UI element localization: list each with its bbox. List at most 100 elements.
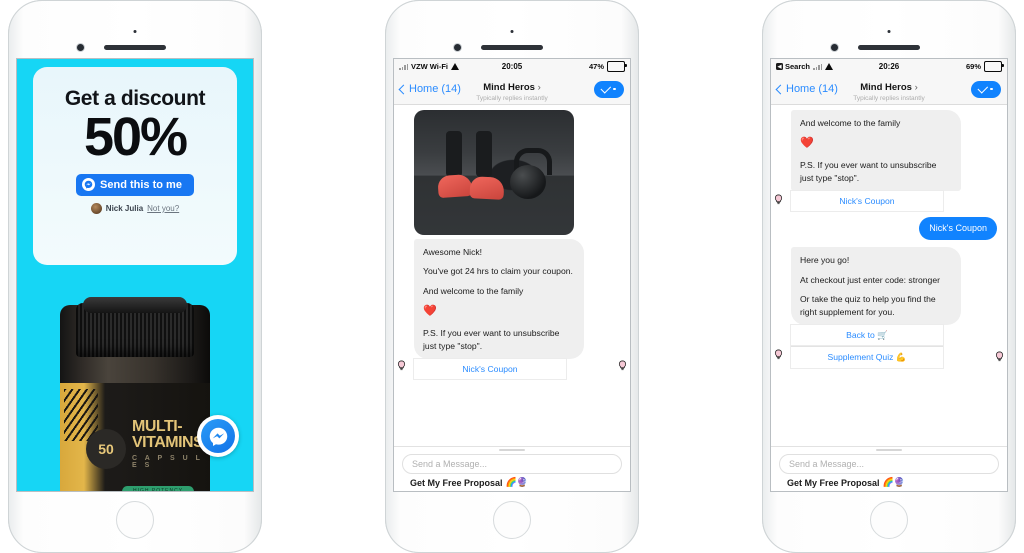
carrier-label: VZW Wi-Fi xyxy=(411,62,449,71)
thread-subtitle: Typically replies instantly xyxy=(853,94,925,102)
bubble-line: Here you go! xyxy=(800,255,850,266)
front-camera-icon xyxy=(831,44,838,51)
composer: Send a Message... Get My Free Proposal 🌈… xyxy=(771,446,1007,491)
chevron-right-icon: › xyxy=(537,81,541,93)
phone-device-3: ◀ Search 20:26 69% Home (14) Mind Heros … xyxy=(762,0,1016,553)
message-input-placeholder: Send a Message... xyxy=(789,459,865,469)
bubble-line: Or take the quiz to help you find the ri… xyxy=(800,294,936,317)
wifi-icon xyxy=(825,63,834,70)
clock: 20:26 xyxy=(878,62,900,71)
earpiece-speaker xyxy=(481,45,543,50)
supplement-quiz-button[interactable]: Supplement Quiz 💪 xyxy=(791,346,943,369)
app-switch-glyph: ◀ xyxy=(776,63,783,70)
label-badge: 50 xyxy=(86,429,126,469)
messenger-icon[interactable] xyxy=(197,415,239,457)
bubble-line: Awesome Nick! xyxy=(423,247,483,257)
status-right: 47% xyxy=(588,61,627,72)
thread-title: Mind Heros xyxy=(483,81,535,93)
message-row-outgoing: Nick's Coupon xyxy=(771,217,1007,241)
messenger-fab-inner xyxy=(201,419,235,453)
label-line-3: C A P S U L E S xyxy=(132,454,203,469)
drag-handle[interactable] xyxy=(876,449,902,451)
chevron-left-icon xyxy=(775,84,786,94)
check-icon[interactable] xyxy=(594,80,624,98)
user-name: Nick Julia xyxy=(105,203,144,213)
signal-icon xyxy=(399,63,408,70)
back-button[interactable]: Home (14) xyxy=(398,83,461,95)
check-dot xyxy=(613,87,616,91)
label-pill-text: HIGH POTENCY xyxy=(132,488,184,491)
message-row-text: And welcome to the family ❤️ P.S. If you… xyxy=(771,110,1007,192)
heart-emoji: ❤️ xyxy=(800,137,814,150)
bottle-cap xyxy=(76,297,194,357)
discount-card: Get a discount 50% Send this to me Nick … xyxy=(33,67,237,265)
signal-icon xyxy=(813,63,823,70)
back-label: Home (14) xyxy=(409,83,461,95)
drag-handle[interactable] xyxy=(499,449,525,451)
battery-icon xyxy=(607,61,627,72)
message-row-button: Nick's Coupon xyxy=(771,191,1007,212)
nicks-coupon-button[interactable]: Nick's Coupon xyxy=(414,359,566,380)
heart-emoji: ❤️ xyxy=(423,305,437,318)
status-bar: VZW Wi-Fi 20:05 47% xyxy=(394,59,630,74)
clock: 20:05 xyxy=(501,62,523,71)
proximity-sensor-icon xyxy=(133,30,137,33)
check-glyph xyxy=(600,82,612,94)
phone-3-screen: ◀ Search 20:26 69% Home (14) Mind Heros … xyxy=(770,58,1008,492)
check-glyph xyxy=(977,82,989,94)
back-to-cart-button[interactable]: Back to 🛒 xyxy=(791,325,943,347)
message-input[interactable]: Send a Message... xyxy=(779,454,999,474)
status-left: VZW Wi-Fi xyxy=(399,62,460,71)
status-left: ◀ Search xyxy=(776,62,834,71)
messenger-app: ◀ Search 20:26 69% Home (14) Mind Heros … xyxy=(771,59,1007,491)
rainbow-crystal-emoji: 🌈🔮 xyxy=(882,477,905,487)
message-thread[interactable]: Awesome Nick! You've got 24 hrs to claim… xyxy=(394,105,630,446)
message-row-button: Back to 🛒 xyxy=(771,325,1007,347)
message-input-placeholder: Send a Message... xyxy=(412,459,488,469)
proximity-sensor-icon xyxy=(510,30,514,33)
lightbulb-icon[interactable] xyxy=(617,359,628,372)
message-input[interactable]: Send a Message... xyxy=(402,454,622,474)
back-label: Home (14) xyxy=(786,83,838,95)
bottle-cap-top xyxy=(83,297,187,313)
bubble-line: At checkout just enter code: stronger xyxy=(800,274,940,285)
quick-reply-tab[interactable]: Get My Free Proposal 🌈🔮 xyxy=(779,474,999,488)
thread-subtitle: Typically replies instantly xyxy=(476,94,548,102)
earpiece-speaker xyxy=(104,45,166,50)
messenger-icon xyxy=(82,178,96,192)
home-button[interactable] xyxy=(493,501,531,539)
chevron-right-icon: › xyxy=(914,81,918,93)
nav-bar: Home (14) Mind Heros › Typically replies… xyxy=(771,74,1007,105)
carrier-label: Search xyxy=(785,62,811,71)
bubble-line: P.S. If you ever want to unsubscribe jus… xyxy=(800,160,937,183)
send-this-to-me-button[interactable]: Send this to me xyxy=(76,173,194,196)
battery-percent: 47% xyxy=(588,62,604,71)
discount-ad: Get a discount 50% Send this to me Nick … xyxy=(17,59,253,491)
earpiece-speaker xyxy=(858,45,920,50)
lightbulb-icon[interactable] xyxy=(773,193,784,206)
home-button[interactable] xyxy=(116,501,154,539)
home-button[interactable] xyxy=(870,501,908,539)
quick-reply-tab[interactable]: Get My Free Proposal 🌈🔮 xyxy=(402,474,622,488)
nicks-coupon-button[interactable]: Nick's Coupon xyxy=(791,191,943,212)
send-this-to-me-label: Send this to me xyxy=(100,178,182,191)
vitamin-bottle: 50 MULTI- VITAMINS C A P S U L E S HIGH … xyxy=(60,297,210,491)
back-to-search-icon[interactable]: ◀ Search xyxy=(776,62,810,71)
bubble-line: And welcome to the family xyxy=(423,285,524,296)
status-bar: ◀ Search 20:26 69% xyxy=(771,59,1007,74)
message-thread[interactable]: And welcome to the family ❤️ P.S. If you… xyxy=(771,105,1007,446)
lightbulb-icon[interactable] xyxy=(773,348,784,361)
outgoing-bubble: Nick's Coupon xyxy=(919,217,997,241)
check-icon[interactable] xyxy=(971,80,1001,98)
lightbulb-icon[interactable] xyxy=(994,350,1005,363)
nav-bar: Home (14) Mind Heros › Typically replies… xyxy=(394,74,630,105)
photo-attachment[interactable] xyxy=(414,110,574,235)
page-title: Mind Heros › xyxy=(483,82,541,93)
quick-reply-label: Get My Free Proposal xyxy=(410,477,503,488)
not-you-link[interactable]: Not you? xyxy=(147,204,179,213)
composer: Send a Message... Get My Free Proposal 🌈… xyxy=(394,446,630,491)
lightbulb-icon[interactable] xyxy=(396,359,407,372)
back-button[interactable]: Home (14) xyxy=(775,83,838,95)
wifi-icon xyxy=(451,63,460,70)
phone-1-screen: Get a discount 50% Send this to me Nick … xyxy=(16,58,254,492)
